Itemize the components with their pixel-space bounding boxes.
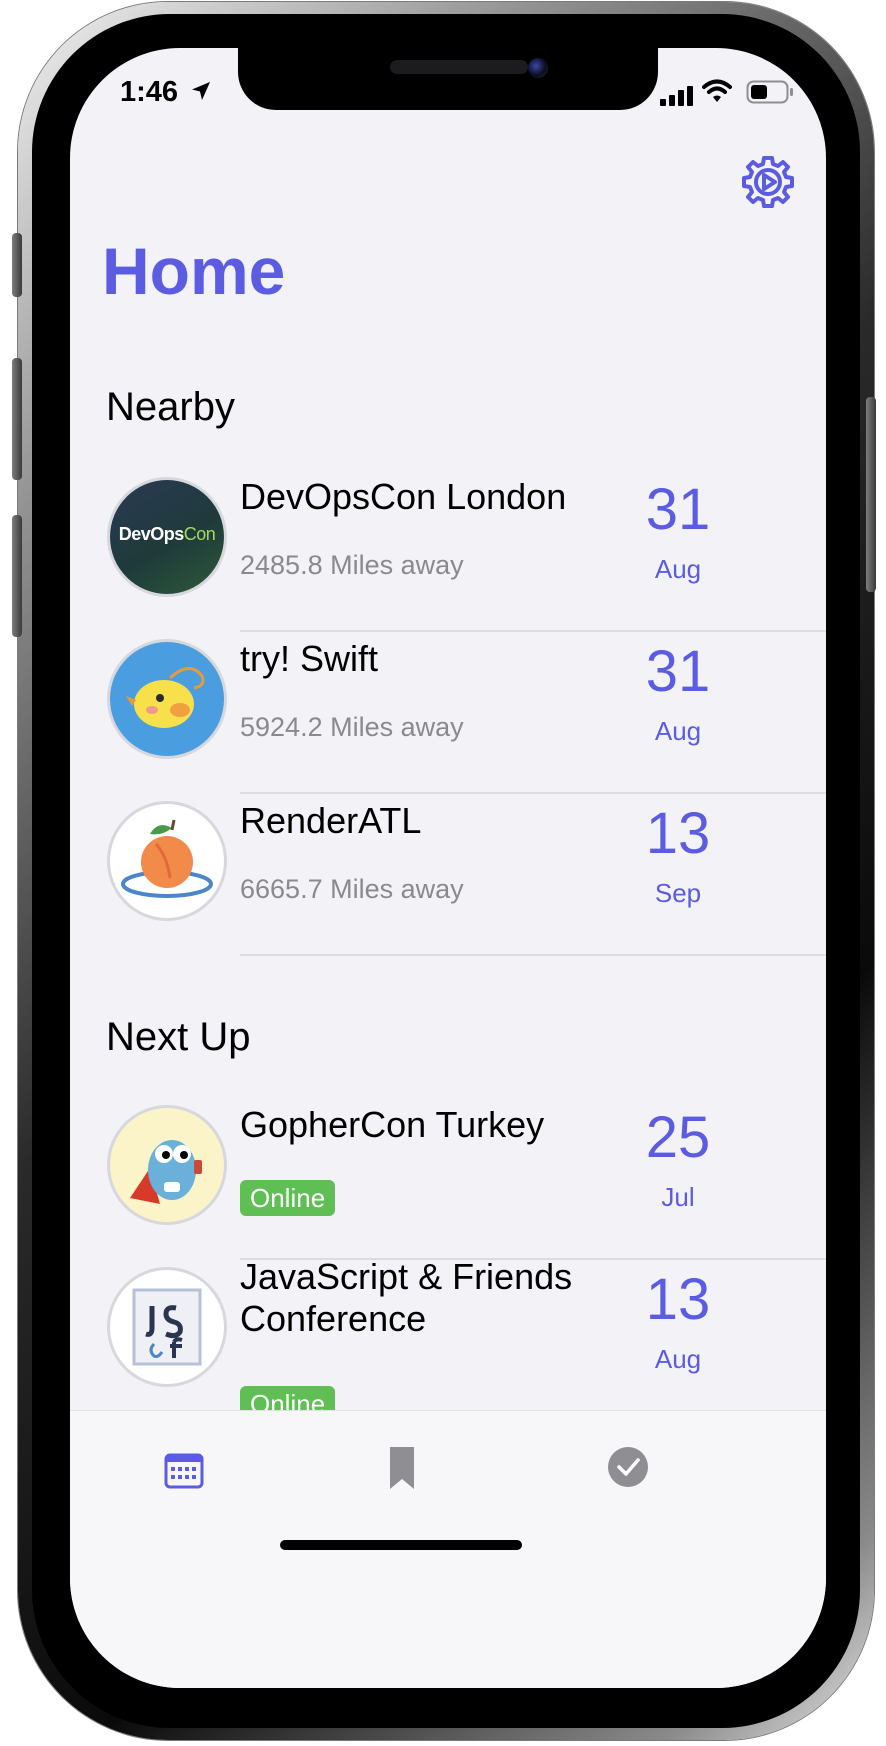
app-screen: 1:46 Home Nearby DevOpsCon DevOpsCon Lon… [70,48,826,1688]
volume-up-button [12,358,22,480]
event-name: RenderATL [240,800,422,841]
event-day: 13 [645,1267,711,1332]
row-divider [240,954,826,956]
section-header-nearby: Nearby [106,385,235,429]
device-notch [238,48,658,110]
event-row-devopscon-london[interactable]: DevOpsCon DevOpsCon London 2485.8 Miles … [70,470,826,632]
renderatl-logo [110,804,224,918]
section-header-next-up: Next Up [106,1015,251,1059]
event-day: 31 [645,639,711,704]
peach-icon [121,819,213,898]
home-indicator[interactable] [280,1540,522,1550]
event-month: Aug [654,554,702,584]
bookmark-icon[interactable] [372,1439,432,1495]
try-swift-logo [110,642,224,756]
location-arrow-icon [192,82,210,100]
gopher-icon [130,1140,202,1204]
event-name: GopherCon Turkey [240,1104,545,1145]
event-distance: 2485.8 Miles away [240,550,464,580]
event-name: DevOpsCon London [240,476,567,517]
status-time: 1:46 [120,76,179,108]
online-badge: Online [240,1180,336,1216]
event-row-gophercon-turkey[interactable]: GopherCon Turkey Online 25 Jul [70,1098,826,1260]
js-friends-logo [110,1270,224,1384]
event-distance: 6665.7 Miles away [240,874,464,904]
event-month: Jul [661,1182,695,1212]
event-day: 25 [645,1105,711,1170]
calendar-icon[interactable] [152,1439,212,1495]
wifi-icon [702,79,732,102]
silent-switch [12,233,22,297]
event-month: Aug [654,1344,702,1374]
event-name: try! Swift [240,638,379,679]
event-month: Sep [654,878,702,908]
cellular-signal-icon [660,86,693,106]
checkmark-circle-icon[interactable] [596,1439,656,1495]
gear-icon[interactable] [742,156,794,208]
event-row-renderatl[interactable]: RenderATL 6665.7 Miles away 13 Sep [70,794,826,956]
bird-icon [126,667,205,728]
logo-text: Con [183,524,216,544]
event-name: JavaScript & Friends Conference [240,1256,573,1339]
earpiece-speaker [390,60,528,74]
devopscon-logo: DevOpsCon [110,480,224,594]
event-row-javascript-friends[interactable]: JavaScript & Friends Conference Online 1… [70,1256,826,1422]
event-month: Aug [654,716,702,746]
front-camera [528,58,548,78]
battery-icon [746,80,793,104]
gophercon-logo [110,1108,224,1222]
event-day: 31 [645,477,711,542]
js-friends-mark-icon [132,1288,202,1366]
page-title: Home [102,234,286,308]
event-day: 13 [645,801,711,866]
side-button [866,397,876,592]
volume-down-button [12,515,22,637]
event-distance: 5924.2 Miles away [240,712,464,742]
logo-text: DevOps [118,524,185,544]
event-row-try-swift[interactable]: try! Swift 5924.2 Miles away 31 Aug [70,632,826,794]
